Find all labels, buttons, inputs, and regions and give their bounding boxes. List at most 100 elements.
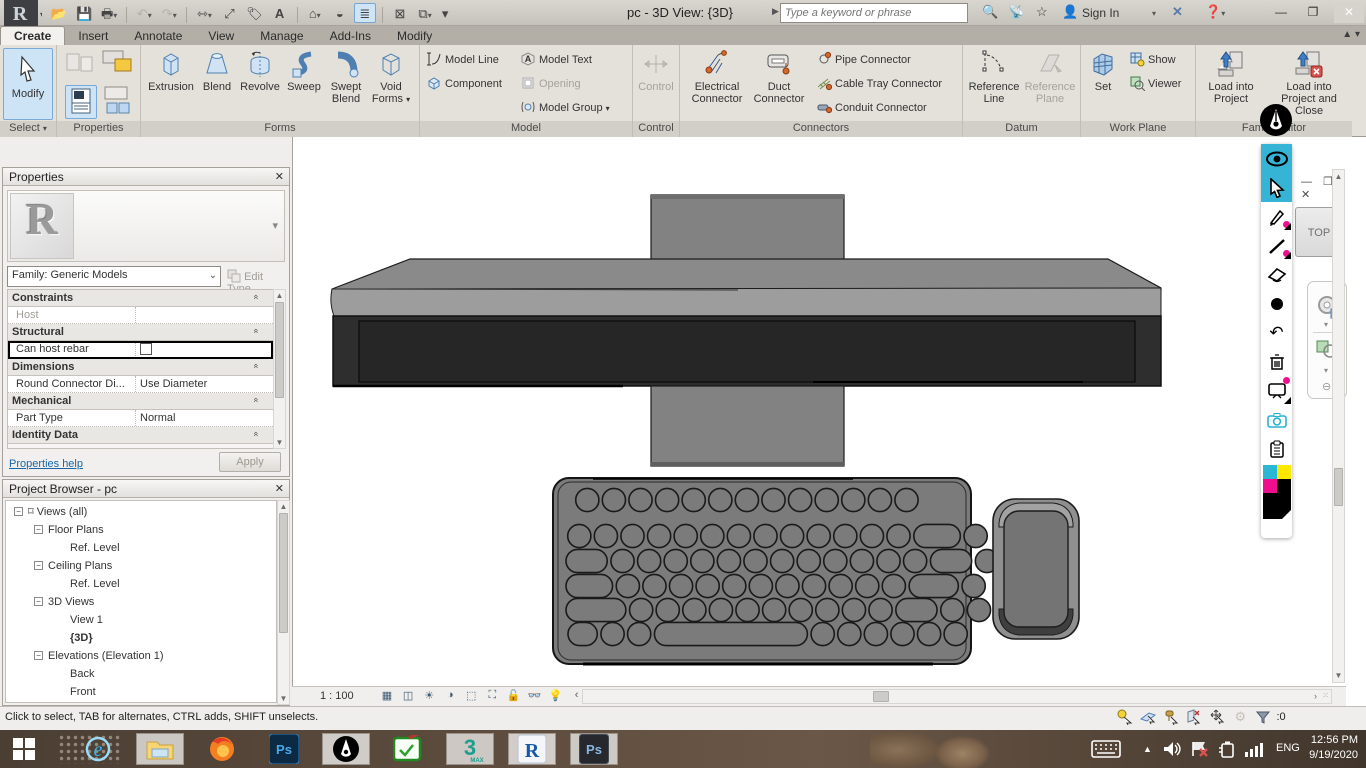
crop-view-icon[interactable]: ⬚: [462, 689, 480, 705]
whiteboard-icon[interactable]: [1261, 376, 1292, 405]
taskbar-3dsmax-icon[interactable]: 3 MAX: [446, 733, 494, 765]
resize-grip[interactable]: ⁙: [1322, 691, 1329, 700]
family-types-icon[interactable]: [65, 51, 97, 86]
reveal-hidden-icon[interactable]: 💡: [547, 689, 565, 705]
taskbar-ie-icon[interactable]: e: [74, 733, 122, 765]
screenshot-camera-icon[interactable]: [1261, 405, 1292, 434]
reference-plane-button[interactable]: Reference Plane: [1021, 48, 1079, 120]
favorites-icon[interactable]: ☆: [1036, 4, 1048, 20]
language-indicator[interactable]: ENG: [1276, 742, 1300, 754]
3d-model[interactable]: [293, 137, 1347, 686]
measure-icon[interactable]: ⇿▾: [193, 4, 215, 24]
electrical-connector-button[interactable]: Electrical Connector: [688, 48, 746, 120]
infocenter-collapse-icon[interactable]: ▶: [772, 6, 779, 17]
tree-expander-icon[interactable]: −: [14, 507, 23, 516]
taskbar-clock[interactable]: 12:56 PM 9/19/2020: [1309, 733, 1358, 763]
volume-icon[interactable]: [1158, 733, 1186, 765]
signin-dropdown-icon[interactable]: ▾: [1152, 9, 1156, 18]
annotation-visibility-eye-icon[interactable]: [1261, 144, 1292, 173]
viewer-button[interactable]: Viewer: [1129, 75, 1181, 93]
tab-create[interactable]: Create: [0, 26, 66, 45]
control-button[interactable]: Control: [630, 48, 682, 120]
detail-level-icon[interactable]: ▦: [378, 689, 396, 705]
tree-expander-icon[interactable]: −: [34, 597, 43, 606]
close-hidden-windows-icon[interactable]: ⊠: [389, 4, 411, 24]
temporary-hide-isolate-icon[interactable]: 👓: [525, 689, 543, 705]
duct-connector-button[interactable]: Duct Connector: [750, 48, 808, 120]
set-work-plane-button[interactable]: Set: [1081, 48, 1125, 120]
panel-label-control[interactable]: Control: [633, 121, 679, 137]
project-browser-titlebar[interactable]: Project Browser - pc ✕: [3, 480, 289, 498]
worksharing-gear-icon[interactable]: ⚙: [1230, 709, 1250, 725]
conduit-connector-button[interactable]: Conduit Connector: [816, 99, 927, 117]
default-3d-view-icon[interactable]: ⌂▾: [304, 4, 326, 24]
can-host-rebar-checkbox[interactable]: [140, 343, 152, 355]
apply-button[interactable]: Apply: [219, 452, 281, 472]
eraser-tool-icon[interactable]: [1261, 260, 1292, 289]
canvas-vscrollbar[interactable]: ▲ ▼: [1332, 169, 1345, 683]
edit-type-button[interactable]: Edit Type: [227, 266, 285, 295]
void-forms-button[interactable]: Void Forms ▾: [365, 48, 417, 120]
section-icon[interactable]: ◒: [329, 4, 351, 24]
start-button[interactable]: [0, 733, 48, 765]
taskbar-firefox-icon[interactable]: [198, 733, 246, 765]
navbar-collapse-icon[interactable]: ⊖: [1322, 380, 1331, 393]
save-icon[interactable]: 💾: [73, 4, 95, 24]
signal-bars-icon[interactable]: [1240, 733, 1270, 765]
show-work-plane-button[interactable]: Show: [1129, 51, 1176, 69]
select-elements-by-face-toggle[interactable]: [1184, 709, 1204, 726]
tree-expander-icon[interactable]: −: [34, 525, 43, 534]
thin-lines-icon[interactable]: ≣: [353, 3, 376, 23]
panel-label-model[interactable]: Model: [420, 121, 632, 137]
lock-3d-view-icon[interactable]: 🔓: [504, 689, 522, 705]
type-preview-dropdown-icon[interactable]: ▾: [272, 219, 278, 232]
panel-label-work-plane[interactable]: Work Plane: [1081, 121, 1195, 137]
drawing-area[interactable]: — ❐ ✕ TOP ⊗ ▾ ▾ ⊖ ▲ ▼: [292, 137, 1347, 686]
project-browser-close-icon[interactable]: ✕: [275, 482, 284, 495]
taskbar-photoshop2-icon[interactable]: Ps: [570, 733, 618, 765]
tree-item-floor-plans[interactable]: − Floor Plans: [8, 521, 276, 539]
line-tool-icon[interactable]: [1261, 231, 1292, 260]
network-flag-icon[interactable]: [1186, 733, 1214, 765]
prop-section-header[interactable]: Mechanical «: [8, 393, 273, 410]
prop-row[interactable]: Part Type Normal: [8, 410, 273, 427]
properties-palette-titlebar[interactable]: Properties ✕: [3, 168, 289, 186]
tree-item--3d-[interactable]: {3D}: [8, 629, 276, 647]
view-minimize-icon[interactable]: —: [1301, 176, 1312, 188]
help-icon[interactable]: ❓▾: [1205, 4, 1225, 20]
prop-section-header[interactable]: Constraints «: [8, 290, 273, 307]
prop-section-header[interactable]: Dimensions «: [8, 359, 273, 376]
customize-qat-icon[interactable]: ▾: [439, 4, 451, 24]
signin-user-icon[interactable]: 👤: [1062, 4, 1078, 20]
text-icon[interactable]: A: [269, 4, 291, 24]
pipe-connector-button[interactable]: Pipe Connector: [816, 51, 911, 69]
tab-manage[interactable]: Manage: [247, 27, 316, 46]
current-color-swatch[interactable]: [1262, 493, 1291, 519]
brush-size-dot-icon[interactable]: [1261, 289, 1292, 318]
prop-row[interactable]: Can host rebar: [8, 341, 273, 359]
annotation-cursor-icon[interactable]: [1261, 173, 1292, 202]
close-button[interactable]: ✕: [1334, 3, 1364, 23]
taskbar-annotate-app-icon[interactable]: [384, 733, 432, 765]
color-palette[interactable]: [1262, 465, 1291, 519]
view-scale[interactable]: 1 : 100: [320, 690, 354, 702]
exchange-apps-icon[interactable]: ✕: [1172, 4, 1183, 20]
model-text-button[interactable]: A Model Text: [520, 51, 592, 69]
tree-item-elevations-elevation-1-[interactable]: − Elevations (Elevation 1): [8, 647, 276, 665]
prop-row[interactable]: Host: [8, 307, 273, 324]
sun-path-icon[interactable]: ☀: [420, 689, 438, 705]
print-icon[interactable]: 🖶▾: [98, 4, 120, 24]
undo-icon[interactable]: ↶▾: [133, 4, 155, 24]
tree-item-ref-level[interactable]: Ref. Level: [8, 539, 276, 557]
hscroll-right-arrow[interactable]: ›: [1314, 691, 1317, 701]
undo-annotation-icon[interactable]: ↶: [1261, 318, 1292, 347]
shadows-icon[interactable]: ◑: [441, 689, 459, 705]
tree-item-ceiling-plans[interactable]: − Ceiling Plans: [8, 557, 276, 575]
zoom-dropdown-icon[interactable]: ▾: [1324, 366, 1328, 375]
reference-line-button[interactable]: Reference Line: [965, 48, 1023, 120]
model-line-button[interactable]: Model Line: [426, 51, 499, 69]
visual-style-icon[interactable]: ◫: [399, 689, 417, 705]
tree-item-views-all-[interactable]: − ⌑ Views (all): [8, 503, 276, 521]
canvas-hscrollbar[interactable]: › ⁙: [582, 689, 1332, 704]
color-magenta-swatch[interactable]: [1262, 479, 1277, 493]
